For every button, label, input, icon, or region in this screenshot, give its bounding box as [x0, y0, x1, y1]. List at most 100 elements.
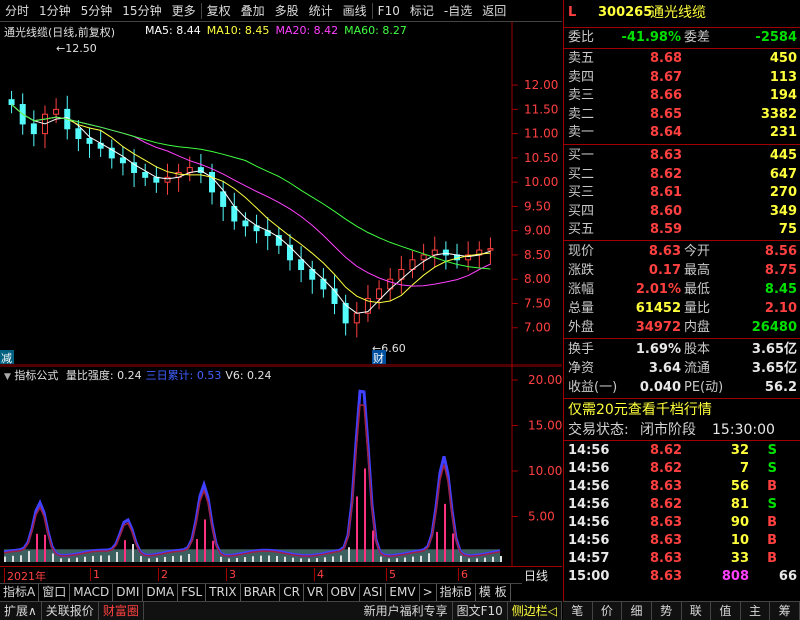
- indicator-tab-7[interactable]: BRAR: [241, 583, 281, 601]
- indicator-bar: [404, 557, 406, 562]
- toolbar-button-4[interactable]: 更多: [167, 0, 201, 22]
- promo-link[interactable]: 仅需20元查看千档行情: [564, 401, 800, 419]
- quote-tab-5[interactable]: 值: [711, 602, 741, 620]
- quote-tab-4[interactable]: 联: [682, 602, 712, 620]
- indicator-tab-1[interactable]: 窗口: [39, 583, 71, 601]
- indicator-tab-0[interactable]: 指标A: [0, 583, 40, 601]
- price-tick-label: 9.00: [524, 224, 551, 238]
- book-volume: 75: [778, 222, 797, 237]
- indicator-tab-12[interactable]: EMV: [386, 583, 420, 601]
- toolbar-button-8[interactable]: 统计: [304, 0, 338, 22]
- indicator-tab-10[interactable]: OBV: [328, 583, 361, 601]
- extend-tab-0[interactable]: 扩展∧: [0, 601, 42, 620]
- indicator-formula-icon[interactable]: ▼: [4, 372, 11, 382]
- marker-cai[interactable]: 财: [373, 351, 384, 365]
- quote-tab-7[interactable]: 筹: [770, 602, 800, 620]
- bid-row-0[interactable]: 买一 8.63 445: [564, 147, 800, 165]
- ask-row-1[interactable]: 卖四 8.67 113: [564, 69, 800, 87]
- stat-value: 8.75: [764, 263, 797, 278]
- stat-label: 今开: [684, 244, 711, 259]
- indicator-tab-15[interactable]: 模 板: [476, 583, 511, 601]
- tick-row-5: 14:56 8.63 10 B: [564, 532, 800, 550]
- indicator-bar: [36, 533, 38, 562]
- indicator-tab-11[interactable]: ASI: [360, 583, 387, 601]
- indicator-tab-5[interactable]: FSL: [178, 583, 207, 601]
- bid-row-2[interactable]: 买三 8.61 270: [564, 184, 800, 202]
- toolbar-button-10[interactable]: F10: [373, 0, 405, 22]
- price-tick-label: 8.00: [524, 272, 551, 286]
- indicator-tab-9[interactable]: VR: [304, 583, 328, 601]
- weibi-row: 委比 -41.98% 委差 -2584: [568, 30, 797, 45]
- indicator-chart[interactable]: 20.00 15.00 10.00 5.00 ▼ 指标公式 量比强度: 0.24 三日累…: [0, 365, 562, 566]
- price-tick-label: 11.00: [524, 127, 558, 141]
- stat-label: 量比: [684, 301, 711, 316]
- stat-row-1: 涨跌 0.17 最高 8.75: [564, 262, 800, 280]
- price-tick-label: 9.50: [524, 199, 551, 213]
- toolbar-button-13[interactable]: 返回: [477, 0, 511, 22]
- marker-jian[interactable]: 减: [1, 352, 12, 365]
- kline-svg[interactable]: 12.00 11.50 11.00 10.50 10.00 9.50 9.00 8.50 8.0…: [0, 22, 562, 366]
- quote-tab-2[interactable]: 细: [622, 602, 652, 620]
- bid-row-4[interactable]: 买五 8.59 75: [564, 221, 800, 239]
- toolbar-button-6[interactable]: 叠加: [236, 0, 270, 22]
- ask-row-3[interactable]: 卖二 8.65 3382: [564, 106, 800, 124]
- bid-row-3[interactable]: 买四 8.60 349: [564, 203, 800, 221]
- price-tick-label: 7.50: [524, 296, 551, 310]
- toolbar-button-11[interactable]: 标记: [405, 0, 439, 22]
- ask-row-4[interactable]: 卖一 8.64 231: [564, 124, 800, 142]
- tick-row-6: 14:57 8.63 33 B: [564, 550, 800, 568]
- indicator-series-2: V6: 0.24: [225, 369, 272, 382]
- indicator-bar: [348, 547, 350, 562]
- toolbar-button-2[interactable]: 5分钟: [76, 0, 118, 22]
- indicator-tab-13[interactable]: >: [420, 583, 437, 601]
- indicator-tab-14[interactable]: 指标B: [437, 583, 476, 601]
- price-tick-label: 12.00: [524, 78, 558, 92]
- date-label: 2021年: [4, 568, 46, 584]
- toolbar-button-9[interactable]: 画线: [338, 0, 372, 22]
- indicator-bar: [188, 553, 190, 562]
- price-tick-label: 10.00: [524, 175, 558, 189]
- toolbar-button-1[interactable]: 1分钟: [34, 0, 76, 22]
- quote-tab-0[interactable]: 笔: [563, 602, 593, 620]
- indicator-tab-3[interactable]: DMI: [113, 583, 144, 601]
- indicator-bar: [68, 558, 70, 562]
- bid-row-1[interactable]: 买二 8.62 647: [564, 166, 800, 184]
- indicator-bar: [492, 556, 494, 562]
- toolbar-button-3[interactable]: 15分钟: [117, 0, 166, 22]
- tick-price: 8.62: [650, 461, 683, 476]
- trade-state-row: 交易状态: 闭市阶段 15:30:00: [568, 422, 775, 438]
- book-price: 8.63: [650, 148, 683, 163]
- tick-price: 8.63: [650, 515, 683, 530]
- toolbar-button-5[interactable]: 复权: [202, 0, 236, 22]
- tick-direction: B: [767, 551, 777, 566]
- extend-tab-2[interactable]: 财富圈: [99, 601, 144, 620]
- date-label: 5: [386, 568, 396, 581]
- indicator-svg[interactable]: 20.00 15.00 10.00 5.00: [0, 365, 562, 566]
- indicator-tab-8[interactable]: CR: [280, 583, 304, 601]
- extend-tab-1[interactable]: 关联报价: [42, 601, 99, 620]
- stat-value: 2.01%: [635, 282, 681, 297]
- kline-chart[interactable]: 12.00 11.50 11.00 10.50 10.00 9.50 9.00 8.50 8.0…: [0, 22, 562, 366]
- indicator-tab-6[interactable]: TRIX: [206, 583, 241, 601]
- ask-row-0[interactable]: 卖五 8.68 450: [564, 50, 800, 68]
- indicator-series-0: 量比强度: 0.24: [65, 369, 142, 382]
- period-label[interactable]: 日线: [524, 567, 548, 584]
- candle-body: [487, 248, 494, 251]
- toolbar-button-12[interactable]: -自选: [439, 0, 477, 22]
- indicator-legend: 量比强度: 0.24 三日累计: 0.53 V6: 0.24: [62, 369, 272, 382]
- quote-tab-3[interactable]: 势: [652, 602, 682, 620]
- tick-time: 14:56: [568, 461, 610, 476]
- indicator-tab-2[interactable]: MACD: [70, 583, 114, 601]
- ask-row-2[interactable]: 卖三 8.66 194: [564, 87, 800, 105]
- toolbar-button-7[interactable]: 多股: [270, 0, 304, 22]
- extend-right-tab-2[interactable]: 侧边栏◁: [508, 601, 562, 620]
- quote-tab-1[interactable]: 价: [593, 602, 623, 620]
- tick-price: 8.63: [650, 551, 683, 566]
- toolbar-button-0[interactable]: 分时: [0, 0, 34, 22]
- extend-right-tab-0[interactable]: 新用户福利专享: [360, 601, 453, 620]
- indicator-bar: [228, 558, 230, 562]
- ma-legend: MA5: 8.44 MA10: 8.45 MA20: 8.42 MA60: 8.27: [145, 24, 413, 37]
- indicator-tab-4[interactable]: DMA: [143, 583, 179, 601]
- extend-right-tab-1[interactable]: 图文F10: [453, 601, 508, 620]
- quote-tab-6[interactable]: 主: [741, 602, 771, 620]
